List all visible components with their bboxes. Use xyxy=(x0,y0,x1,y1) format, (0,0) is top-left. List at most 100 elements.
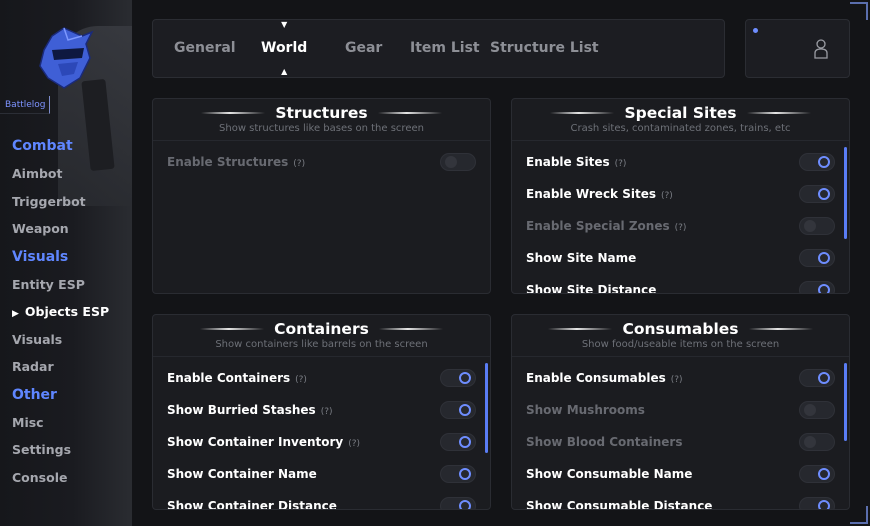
option-label: Enable Wreck Sites (?) xyxy=(526,187,673,201)
tab-general[interactable]: General xyxy=(174,40,236,56)
toggle-show-consumable-distance[interactable] xyxy=(799,497,835,509)
toggle-knob xyxy=(818,284,830,293)
toggle-show-container-inventory[interactable] xyxy=(440,433,476,451)
sidebar-item-misc[interactable]: Misc xyxy=(12,413,130,441)
toggle-enable-special-zones[interactable] xyxy=(799,217,835,235)
option-label-text: Enable Sites xyxy=(526,155,610,169)
option-label: Enable Structures (?) xyxy=(167,155,305,169)
help-icon[interactable]: (?) xyxy=(348,439,360,449)
option-label-text: Show Container Inventory xyxy=(167,435,344,449)
tab-item-list[interactable]: Item List xyxy=(410,40,480,56)
frame-corner xyxy=(850,2,868,20)
toggle-show-mushrooms[interactable] xyxy=(799,401,835,419)
sidebar-item-triggerbot[interactable]: Triggerbot xyxy=(12,192,130,220)
option-row-enable-containers: Enable Containers (?) xyxy=(167,363,476,395)
scrollbar[interactable] xyxy=(844,363,847,441)
panel-header: Structures Show structures like bases on … xyxy=(153,99,490,141)
divider xyxy=(200,328,265,330)
containers-panel: Containers Show containers like barrels o… xyxy=(152,314,491,510)
sidebar-item-console[interactable]: Console xyxy=(12,468,130,496)
help-icon[interactable]: (?) xyxy=(675,223,687,233)
toggle-show-blood-containers[interactable] xyxy=(799,433,835,451)
panel-subtitle: Show containers like barrels on the scre… xyxy=(215,339,428,350)
toggle-show-site-name[interactable] xyxy=(799,249,835,267)
sidebar-item-visuals[interactable]: Visuals xyxy=(12,330,130,358)
sidebar-nav: Combat Aimbot Triggerbot Weapon Visuals Entit… xyxy=(12,136,130,495)
help-icon[interactable]: (?) xyxy=(661,191,673,201)
sidebar-item-label: Entity ESP xyxy=(12,276,85,292)
toggle-show-burried-stashes[interactable] xyxy=(440,401,476,419)
option-label: Show Container Distance xyxy=(167,499,337,510)
sidebar-section-other: Other xyxy=(12,386,57,403)
sidebar-item-weapon[interactable]: Weapon xyxy=(12,219,130,247)
help-icon[interactable]: (?) xyxy=(295,375,307,385)
sidebar-item-label: Triggerbot xyxy=(12,193,86,209)
option-label: Show Consumable Name xyxy=(526,467,692,481)
option-row-show-container-name: Show Container Name xyxy=(167,459,476,491)
toggle-knob xyxy=(459,468,471,480)
toggle-knob xyxy=(818,372,830,384)
option-label-text: Show Blood Containers xyxy=(526,435,683,449)
toggle-enable-consumables[interactable] xyxy=(799,369,835,387)
option-label-text: Enable Containers xyxy=(167,371,291,385)
help-icon[interactable]: (?) xyxy=(321,407,333,417)
option-row-enable-sites: Enable Sites (?) xyxy=(526,147,835,179)
option-label-text: Show Site Distance xyxy=(526,283,657,294)
option-row-show-container-inventory: Show Container Inventory (?) xyxy=(167,427,476,459)
divider xyxy=(201,112,266,114)
tab-world[interactable]: ▼ World ▲ xyxy=(261,20,308,76)
toggle-show-container-name[interactable] xyxy=(440,465,476,483)
frame-corner xyxy=(850,506,868,524)
option-list: Enable Containers (?) Show Burried Stashes… xyxy=(167,363,476,510)
sidebar-item-aimbot[interactable]: Aimbot xyxy=(12,164,130,192)
divider xyxy=(748,328,813,330)
triangle-right-icon: ▶ xyxy=(12,309,19,319)
toggle-show-container-distance[interactable] xyxy=(440,497,476,509)
toggle-knob xyxy=(818,500,830,509)
option-label-text: Show Consumable Distance xyxy=(526,499,713,510)
divider xyxy=(378,328,443,330)
option-row-show-site-distance: Show Site Distance xyxy=(526,275,835,294)
toggle-show-site-distance[interactable] xyxy=(799,281,835,293)
toggle-knob xyxy=(445,156,457,168)
tab-gear[interactable]: Gear xyxy=(345,40,382,56)
help-icon[interactable]: (?) xyxy=(293,159,305,169)
sidebar-item-label: Weapon xyxy=(12,221,69,236)
panel-header: Special Sites Crash sites, contaminated z… xyxy=(512,99,849,141)
option-label-text: Show Container Distance xyxy=(167,499,337,510)
sidebar-item-radar[interactable]: Radar xyxy=(12,357,130,385)
tab-structure-list[interactable]: Structure List xyxy=(490,40,599,56)
toggle-enable-containers[interactable] xyxy=(440,369,476,387)
option-label: Show Burried Stashes (?) xyxy=(167,403,333,417)
option-row-enable-structures: Enable Structures (?) xyxy=(167,147,476,179)
sidebar-item-objects-esp[interactable]: ▶ Objects ESP xyxy=(12,302,130,330)
toggle-knob xyxy=(459,436,471,448)
sidebar-item-label: Misc xyxy=(12,414,44,430)
option-label-text: Enable Consumables xyxy=(526,371,666,385)
sidebar-section-combat: Combat xyxy=(12,138,73,154)
option-label-text: Enable Wreck Sites xyxy=(526,187,656,201)
toggle-enable-sites[interactable] xyxy=(799,153,835,171)
help-icon[interactable]: (?) xyxy=(615,159,627,169)
option-label: Show Container Inventory (?) xyxy=(167,435,360,449)
option-label-text: Show Mushrooms xyxy=(526,403,645,417)
toggle-enable-wreck-sites[interactable] xyxy=(799,185,835,203)
knight-helmet-logo-icon xyxy=(39,27,94,89)
panel-subtitle: Crash sites, contaminated zones, trains,… xyxy=(570,123,791,134)
option-list: Enable Sites (?) Enable Wreck Sites (?) Enab… xyxy=(526,147,835,294)
toggle-knob xyxy=(459,500,471,509)
panel-title-text: Special Sites xyxy=(624,104,737,122)
help-icon[interactable]: (?) xyxy=(671,375,683,385)
user-box[interactable] xyxy=(745,19,850,78)
triangle-up-icon: ▲ xyxy=(281,67,288,76)
sidebar-item-entity-esp[interactable]: Entity ESP xyxy=(12,275,130,303)
scrollbar[interactable] xyxy=(844,147,847,239)
panel-title-text: Containers xyxy=(274,320,369,338)
scrollbar[interactable] xyxy=(485,363,488,453)
toggle-show-consumable-name[interactable] xyxy=(799,465,835,483)
toggle-enable-structures[interactable] xyxy=(440,153,476,171)
tab-world-label: World xyxy=(261,40,308,56)
option-label: Enable Consumables (?) xyxy=(526,371,683,385)
option-row-enable-special-zones: Enable Special Zones (?) xyxy=(526,211,835,243)
sidebar-item-settings[interactable]: Settings xyxy=(12,440,130,468)
